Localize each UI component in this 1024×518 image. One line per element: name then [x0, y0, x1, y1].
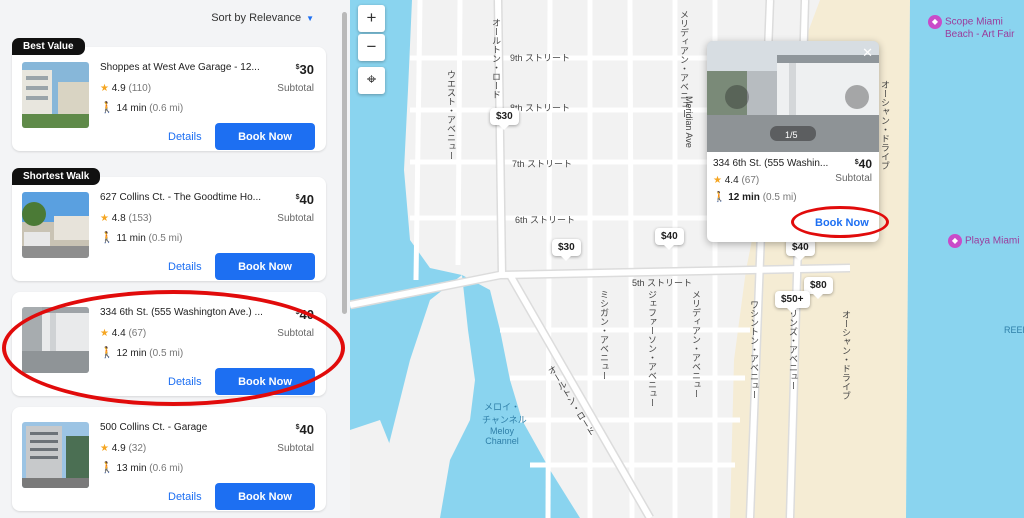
- street-label: 6th ストリート: [515, 215, 576, 225]
- details-link[interactable]: Details: [168, 261, 202, 273]
- book-now-button[interactable]: Book Now: [215, 483, 315, 510]
- price-pin[interactable]: $30: [552, 239, 581, 261]
- poi-playa-miami[interactable]: ◆ Playa Miami: [948, 234, 1019, 248]
- map-view[interactable]: + − ⌖ 9th ストリート 8th ストリート 7th ストリート 6th …: [350, 0, 1024, 518]
- chevron-down-icon: ▼: [306, 13, 314, 23]
- listing-price: $40: [295, 192, 314, 207]
- listing-title[interactable]: 334 6th St. (555 Washington Ave.) ...: [100, 307, 276, 318]
- listing-walk-time: 🚶 12 min (0.5 mi): [100, 347, 184, 359]
- street-label: ウエスト・アベニュー: [446, 70, 456, 160]
- street-label: 7th ストリート: [512, 159, 573, 169]
- locate-icon[interactable]: ⌖: [358, 67, 385, 94]
- price-pin[interactable]: $50+: [775, 291, 810, 313]
- listing-title[interactable]: 500 Collins Ct. - Garage: [100, 422, 276, 433]
- street-label: オーシャン・ドライブ: [880, 80, 890, 170]
- poi-marker-icon: ◆: [928, 15, 942, 29]
- listing-title[interactable]: Shoppes at West Ave Garage - 12...: [100, 62, 276, 73]
- listing-popup[interactable]: ✕ 1/5 334 6th St. (555 Washin... $40 Sub…: [707, 41, 879, 242]
- popup-subtotal: Subtotal: [835, 173, 872, 184]
- price-pin[interactable]: $40: [655, 228, 684, 250]
- street-label: オールトン・ロード: [491, 18, 501, 99]
- street-label: ミシガン・アベニュー: [599, 290, 609, 380]
- listing-title[interactable]: 627 Collins Ct. - The Goodtime Ho...: [100, 192, 276, 203]
- price-pin[interactable]: $30: [490, 108, 519, 130]
- listing-card[interactable]: 334 6th St. (555 Washington Ave.) ... ★ …: [12, 292, 326, 396]
- popup-rating: ★ 4.4 (67): [713, 175, 760, 186]
- listing-photo: [22, 307, 89, 373]
- star-icon: ★: [713, 175, 722, 186]
- street-label: ワシントン・アベニュー: [749, 300, 759, 399]
- results-panel: Sort by Relevance ▼ Best Value Shoppes a…: [0, 0, 350, 518]
- zoom-in-button[interactable]: +: [358, 5, 385, 32]
- book-now-button[interactable]: Book Now: [215, 123, 315, 150]
- listing-card[interactable]: Best Value Shoppes at West Ave Garage - …: [12, 38, 326, 151]
- popup-title[interactable]: 334 6th St. (555 Washin...: [713, 158, 833, 169]
- star-icon: ★: [100, 213, 109, 224]
- walking-icon: 🚶: [100, 347, 114, 359]
- shortest-walk-badge: Shortest Walk: [12, 168, 101, 185]
- sort-label: Sort by Relevance: [211, 12, 302, 24]
- walking-icon: 🚶: [100, 462, 114, 474]
- scrollbar-thumb[interactable]: [342, 12, 347, 314]
- zoom-out-button[interactable]: −: [358, 34, 385, 61]
- walking-icon: 🚶: [100, 102, 114, 114]
- listing-walk-time: 🚶 11 min (0.5 mi): [100, 232, 183, 244]
- listing-photo: [22, 192, 89, 258]
- photo-counter: 1/5: [785, 130, 798, 140]
- listing-photo: [22, 62, 89, 128]
- best-value-badge: Best Value: [12, 38, 85, 55]
- star-icon: ★: [100, 328, 109, 339]
- popup-book-now-link[interactable]: Book Now: [815, 217, 869, 229]
- subtotal-label: Subtotal: [277, 328, 314, 339]
- sort-dropdown[interactable]: Sort by Relevance ▼: [211, 12, 314, 24]
- listing-price: $40: [295, 307, 314, 322]
- poi-marker-icon: ◆: [948, 234, 962, 248]
- poi-scope-miami[interactable]: ◆ Scope Miami Beach - Art Fair: [928, 15, 1014, 41]
- listing-price: $30: [295, 62, 314, 77]
- subtotal-label: Subtotal: [277, 83, 314, 94]
- subtotal-label: Subtotal: [277, 213, 314, 224]
- listing-rating: ★ 4.9 (110): [100, 83, 152, 94]
- popup-walk-time: 🚶 12 min (0.5 mi): [713, 192, 797, 203]
- street-label: Meridian Ave: [684, 96, 694, 148]
- street-label: コリンズ・アベニュー: [788, 300, 798, 390]
- book-now-button[interactable]: Book Now: [215, 253, 315, 280]
- book-now-button[interactable]: Book Now: [215, 368, 315, 395]
- listing-card[interactable]: 500 Collins Ct. - Garage ★ 4.9 (32) 🚶 13…: [12, 407, 326, 511]
- subtotal-label: Subtotal: [277, 443, 314, 454]
- street-label: オーシャン・ドライブ: [841, 310, 851, 400]
- street-label: ジェファーソン・アベニュー: [647, 290, 657, 407]
- listing-rating: ★ 4.9 (32): [100, 443, 147, 454]
- listing-rating: ★ 4.8 (153): [100, 213, 152, 224]
- listing-rating: ★ 4.4 (67): [100, 328, 147, 339]
- details-link[interactable]: Details: [168, 376, 202, 388]
- listing-walk-time: 🚶 13 min (0.6 mi): [100, 462, 184, 474]
- listing-card[interactable]: Shortest Walk 627 Collins Ct. - The Good…: [12, 168, 326, 281]
- street-label: 8th ストリート: [510, 103, 571, 113]
- star-icon: ★: [100, 443, 109, 454]
- walking-icon: 🚶: [100, 232, 114, 244]
- street-label: 9th ストリート: [510, 53, 571, 63]
- popup-price: $40: [854, 157, 872, 171]
- canal-label: メロイ・ チャンネル Meloy Channel: [482, 402, 527, 446]
- reef-label: REEF: [1004, 325, 1024, 335]
- star-icon: ★: [100, 83, 109, 94]
- street-label: 5th ストリート: [632, 278, 693, 288]
- street-label: メリディアン・アベニュー: [691, 290, 701, 398]
- listing-photo: [22, 422, 89, 488]
- close-icon[interactable]: ✕: [862, 45, 873, 61]
- details-link[interactable]: Details: [168, 491, 202, 503]
- details-link[interactable]: Details: [168, 131, 202, 143]
- walking-icon: 🚶: [713, 192, 726, 203]
- listing-walk-time: 🚶 14 min (0.6 mi): [100, 102, 184, 114]
- listing-price: $40: [295, 422, 314, 437]
